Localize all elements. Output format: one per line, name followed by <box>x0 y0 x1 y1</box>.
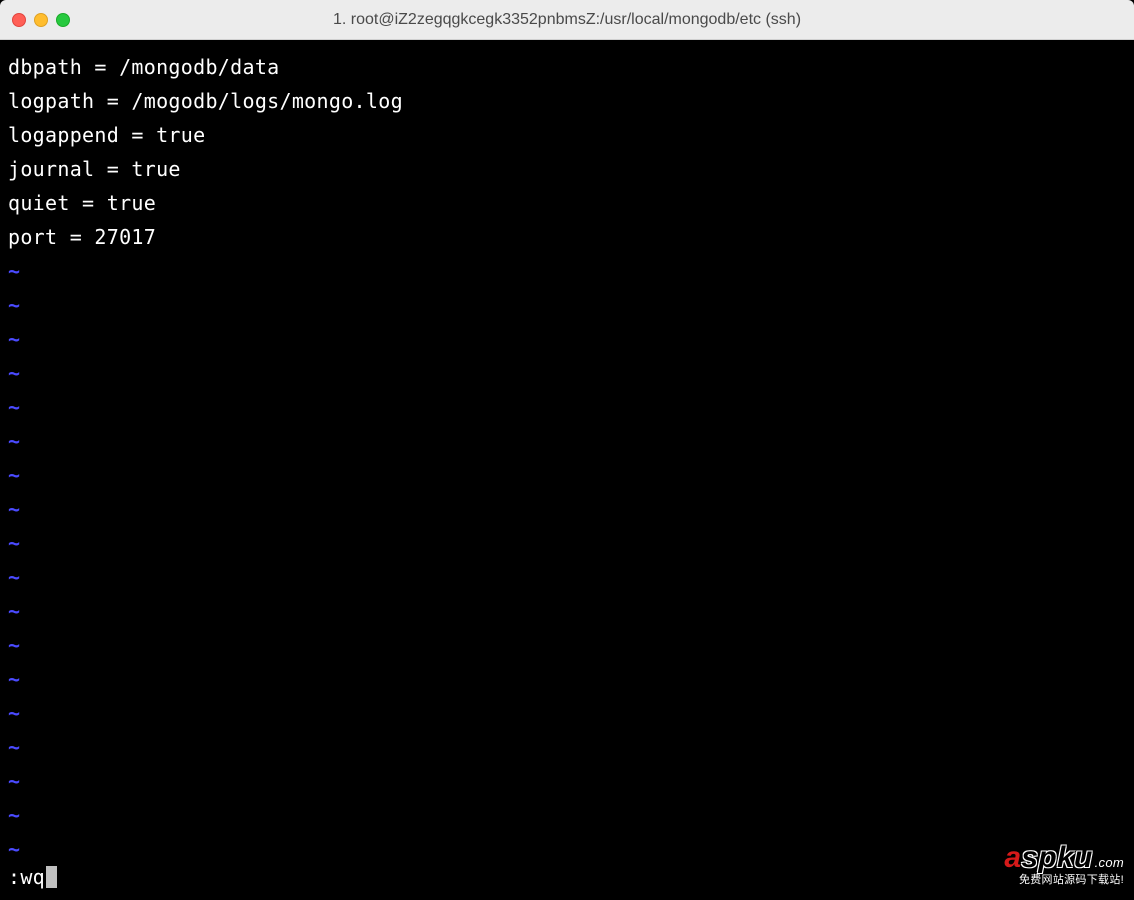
watermark-brand: aspku.com <box>1004 843 1124 873</box>
watermark-spku: spku <box>1021 843 1092 873</box>
config-line: journal = true <box>8 152 1126 186</box>
vim-tilde: ~ <box>8 356 1126 390</box>
vim-tilde: ~ <box>8 288 1126 322</box>
window-title: 1. root@iZ2zegqgkcegk3352pnbmsZ:/usr/loc… <box>0 11 1134 29</box>
config-line: quiet = true <box>8 186 1126 220</box>
minimize-icon[interactable] <box>34 13 48 27</box>
vim-tilde: ~ <box>8 526 1126 560</box>
terminal-body[interactable]: dbpath = /mongodb/datalogpath = /mogodb/… <box>0 40 1134 900</box>
vim-command-line[interactable]: :wq <box>8 860 57 894</box>
vim-tilde: ~ <box>8 458 1126 492</box>
terminal-window: 1. root@iZ2zegqgkcegk3352pnbmsZ:/usr/loc… <box>0 0 1134 900</box>
watermark: aspku.com 免费网站源码下载站! <box>1004 843 1124 886</box>
vim-tilde: ~ <box>8 254 1126 288</box>
maximize-icon[interactable] <box>56 13 70 27</box>
config-line: port = 27017 <box>8 220 1126 254</box>
vim-tilde: ~ <box>8 628 1126 662</box>
vim-command: :wq <box>8 860 45 894</box>
vim-tilde: ~ <box>8 492 1126 526</box>
vim-tilde: ~ <box>8 594 1126 628</box>
vim-tilde: ~ <box>8 730 1126 764</box>
watermark-tagline: 免费网站源码下载站! <box>1004 875 1124 886</box>
empty-lines: ~~~~~~~~~~~~~~~~~~ <box>8 254 1126 866</box>
config-line: logappend = true <box>8 118 1126 152</box>
vim-tilde: ~ <box>8 322 1126 356</box>
watermark-a: a <box>1004 843 1021 873</box>
vim-tilde: ~ <box>8 764 1126 798</box>
file-content: dbpath = /mongodb/datalogpath = /mogodb/… <box>8 50 1126 254</box>
cursor-icon <box>46 866 57 888</box>
config-line: dbpath = /mongodb/data <box>8 50 1126 84</box>
vim-tilde: ~ <box>8 424 1126 458</box>
vim-tilde: ~ <box>8 560 1126 594</box>
vim-tilde: ~ <box>8 390 1126 424</box>
vim-tilde: ~ <box>8 662 1126 696</box>
vim-tilde: ~ <box>8 696 1126 730</box>
traffic-lights <box>12 13 70 27</box>
config-line: logpath = /mogodb/logs/mongo.log <box>8 84 1126 118</box>
watermark-com: .com <box>1095 856 1124 869</box>
vim-tilde: ~ <box>8 798 1126 832</box>
close-icon[interactable] <box>12 13 26 27</box>
vim-tilde: ~ <box>8 832 1126 866</box>
titlebar[interactable]: 1. root@iZ2zegqgkcegk3352pnbmsZ:/usr/loc… <box>0 0 1134 40</box>
